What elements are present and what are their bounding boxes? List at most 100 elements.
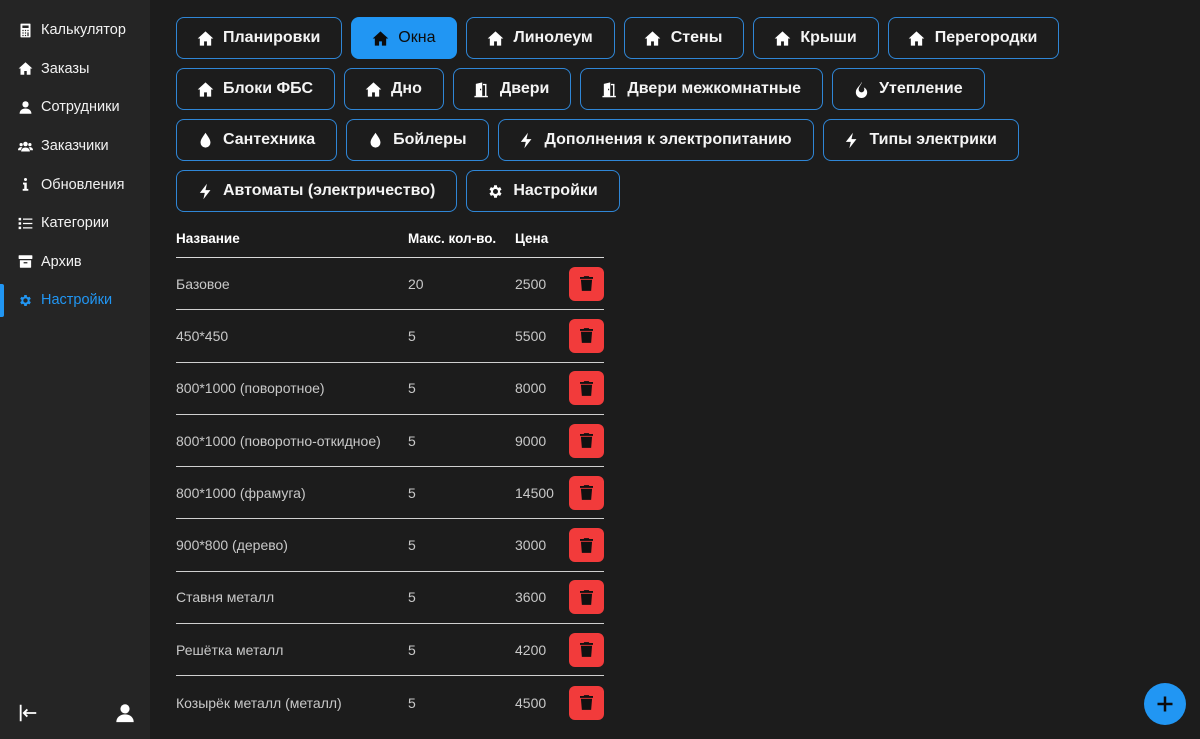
door-icon	[473, 80, 491, 98]
calculator-icon	[17, 22, 33, 38]
door-icon	[600, 80, 618, 98]
cell-qty: 20	[408, 275, 424, 292]
sidebar-item-5[interactable]: Категории	[0, 204, 150, 243]
tab-label: Двери	[499, 80, 550, 97]
delete-button[interactable]	[569, 475, 604, 510]
delete-button[interactable]	[569, 685, 604, 720]
header-qty: Макс. кол-во.	[408, 231, 497, 246]
cell-name: 900*800 (дерево)	[176, 537, 288, 554]
tab-category-15[interactable]: Автоматы (электричество)	[176, 170, 458, 212]
tab-category-14[interactable]: Типы электрики	[822, 119, 1019, 161]
tab-category-12[interactable]: Бойлеры	[346, 119, 489, 161]
sidebar-item-label: Настройки	[41, 292, 113, 309]
cell-price: 2500	[515, 275, 547, 292]
info-icon	[17, 177, 33, 193]
cell-name: Козырёк металл (металл)	[176, 694, 342, 711]
sidebar-footer	[0, 697, 150, 729]
sidebar-item-1[interactable]: Заказы	[0, 50, 150, 89]
add-item-button[interactable]	[1144, 683, 1186, 725]
gear-icon	[486, 182, 504, 200]
tab-category-3[interactable]: Стены	[623, 17, 745, 59]
tab-category-6[interactable]: Блоки ФБС	[176, 68, 336, 110]
cell-name: 450*450	[176, 327, 229, 344]
logout-icon	[19, 704, 37, 722]
tab-label: Планировки	[223, 29, 321, 46]
main-content: Планировки Окна Линолеум Стены Крыши Перегоро…	[176, 0, 1200, 739]
bolt-icon	[843, 131, 861, 149]
cell-price: 3000	[515, 537, 547, 554]
tab-category-1[interactable]: Окна	[351, 17, 458, 59]
table-row: Ставня металл 5 3600	[176, 572, 604, 625]
trash-icon	[580, 642, 593, 658]
tab-label: Дно	[391, 80, 422, 97]
table-row: 800*1000 (поворотно-откидное) 5 9000	[176, 415, 604, 468]
delete-button[interactable]	[569, 632, 604, 667]
tab-label: Крыши	[800, 29, 857, 46]
cell-qty: 5	[408, 589, 416, 606]
sidebar-item-label: Сотрудники	[41, 99, 120, 116]
trash-icon	[580, 537, 593, 553]
sidebar-item-3[interactable]: Заказчики	[0, 127, 150, 166]
home-icon	[17, 61, 33, 77]
sidebar-item-7[interactable]: Настройки	[0, 281, 150, 320]
table-row: 900*800 (дерево) 5 3000	[176, 519, 604, 572]
tab-category-9[interactable]: Двери межкомнатные	[580, 68, 824, 110]
drop-icon	[196, 131, 214, 149]
delete-button[interactable]	[569, 423, 604, 458]
home-icon	[486, 29, 504, 47]
delete-button[interactable]	[569, 266, 604, 301]
tab-label: Сантехника	[223, 131, 316, 148]
tab-label: Линолеум	[513, 29, 593, 46]
table-row: Решётка металл 5 4200	[176, 624, 604, 677]
sidebar-item-2[interactable]: Сотрудники	[0, 88, 150, 127]
tab-category-8[interactable]: Двери	[452, 68, 572, 110]
tab-label: Перегородки	[934, 29, 1038, 46]
tab-category-0[interactable]: Планировки	[176, 17, 343, 59]
trash-icon	[580, 695, 593, 710]
delete-button[interactable]	[569, 371, 604, 406]
tab-label: Стены	[670, 29, 723, 46]
delete-button[interactable]	[569, 318, 604, 353]
sidebar-item-0[interactable]: Калькулятор	[0, 11, 150, 50]
tab-category-5[interactable]: Перегородки	[887, 17, 1060, 59]
list-icon	[17, 215, 33, 231]
sidebar-item-label: Архив	[41, 253, 82, 270]
delete-button[interactable]	[569, 580, 604, 615]
tab-category-13[interactable]: Дополнения к электропитанию	[497, 119, 814, 161]
tab-label: Автоматы (электричество)	[223, 182, 436, 199]
sidebar-item-4[interactable]: Обновления	[0, 165, 150, 204]
tab-category-11[interactable]: Сантехника	[176, 119, 338, 161]
trash-icon	[580, 589, 593, 605]
profile-button[interactable]	[113, 701, 137, 725]
items-table: Название Макс. кол-во. Цена Базовое 20 250…	[176, 220, 604, 729]
sidebar: Калькулятор Заказы Сотрудники Заказчики Обно…	[0, 0, 150, 739]
delete-button[interactable]	[569, 528, 604, 563]
table-row: Базовое 20 2500	[176, 258, 604, 311]
cell-name: Решётка металл	[176, 641, 284, 658]
sidebar-item-label: Обновления	[41, 176, 125, 193]
archive-icon	[17, 254, 33, 270]
tab-category-4[interactable]: Крыши	[753, 17, 879, 59]
cell-qty: 5	[408, 432, 416, 449]
tab-category-7[interactable]: Дно	[344, 68, 444, 110]
bolt-icon	[196, 182, 214, 200]
tab-label: Настройки	[513, 182, 598, 199]
cell-price: 8000	[515, 380, 547, 397]
user-icon	[17, 99, 33, 115]
trash-icon	[580, 276, 593, 292]
tab-label: Утепление	[879, 80, 963, 97]
tab-category-16[interactable]: Настройки	[466, 170, 620, 212]
plus-icon	[1157, 696, 1173, 712]
category-tabs: Планировки Окна Линолеум Стены Крыши Перегоро…	[176, 17, 1136, 212]
cell-name: Базовое	[176, 275, 230, 292]
cell-name: 800*1000 (поворотное)	[176, 380, 325, 397]
sidebar-item-6[interactable]: Архив	[0, 243, 150, 282]
tab-label: Окна	[398, 29, 436, 46]
tab-category-10[interactable]: Утепление	[832, 68, 985, 110]
tab-category-2[interactable]: Линолеум	[466, 17, 615, 59]
logout-button[interactable]	[16, 701, 40, 725]
cell-qty: 5	[408, 484, 416, 501]
cell-name: Ставня металл	[176, 589, 275, 606]
home-icon	[196, 80, 214, 98]
cell-qty: 5	[408, 327, 416, 344]
